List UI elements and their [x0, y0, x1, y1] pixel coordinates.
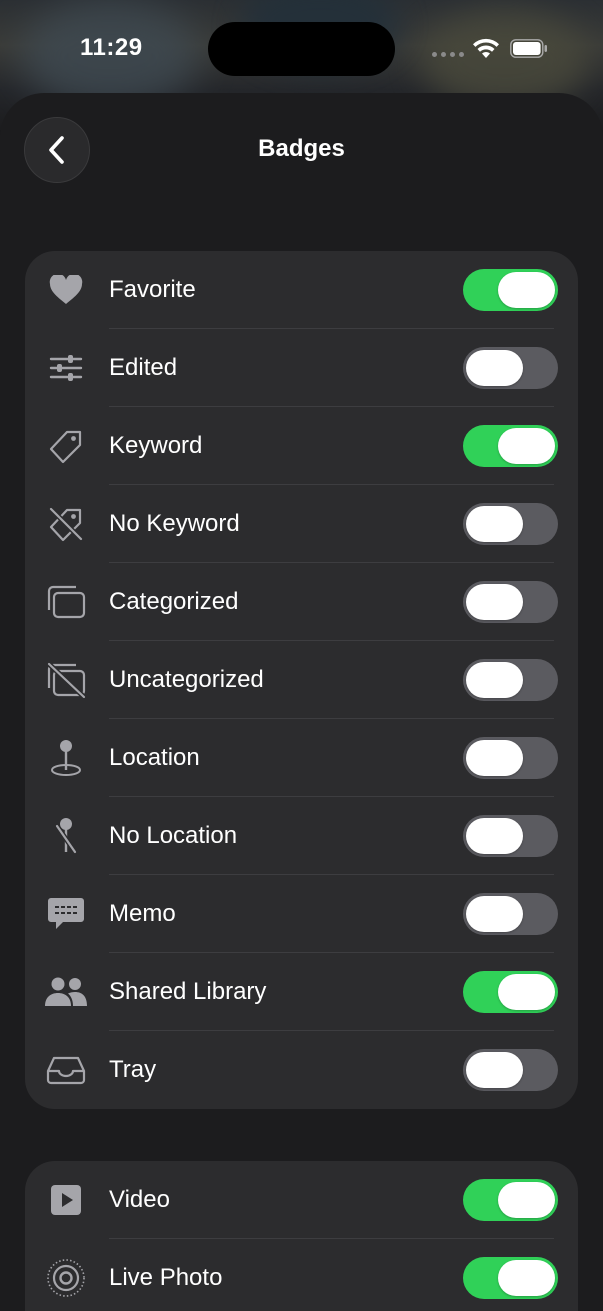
uncategorized-toggle[interactable]: [463, 659, 558, 701]
media-label: Video: [109, 1186, 170, 1213]
media-row-live-photo: Live Photo: [25, 1239, 578, 1311]
badge-label: No Location: [109, 822, 238, 849]
speech-bubble-icon: [43, 891, 89, 937]
badge-row-no-keyword: No Keyword: [25, 485, 578, 563]
tag-slash-icon: [43, 501, 89, 547]
badge-row-uncategorized: Uncategorized: [25, 641, 578, 719]
favorite-toggle[interactable]: [463, 269, 558, 311]
media-row-video: Video: [25, 1161, 578, 1239]
stacked-rect-slash-icon: [43, 657, 89, 703]
no-location-toggle[interactable]: [463, 815, 558, 857]
media-label: Live Photo: [109, 1264, 223, 1291]
battery-icon: [510, 39, 547, 58]
cellular-signal-icon: [432, 52, 464, 57]
pin-slash-icon: [43, 813, 89, 859]
tray-toggle[interactable]: [463, 1049, 558, 1091]
edited-toggle[interactable]: [463, 347, 558, 389]
wifi-icon: [472, 37, 500, 59]
status-time: 11:29: [80, 34, 143, 61]
categorized-toggle[interactable]: [463, 581, 558, 623]
badge-label: No Keyword: [109, 510, 240, 537]
badge-label: Edited: [109, 354, 178, 381]
badge-label: Keyword: [109, 432, 203, 459]
pin-icon: [43, 735, 89, 781]
badge-row-memo: Memo: [25, 875, 578, 953]
badge-label: Shared Library: [109, 978, 267, 1005]
badge-row-keyword: Keyword: [25, 407, 578, 485]
badge-label: Tray: [109, 1056, 157, 1083]
keyword-toggle[interactable]: [463, 425, 558, 467]
play-icon: [43, 1177, 89, 1223]
no-keyword-toggle[interactable]: [463, 503, 558, 545]
heart-icon: [43, 267, 89, 313]
badges-group: Favorite Edited Keyword No Keyword Categ…: [25, 251, 578, 1109]
badge-row-shared-library: Shared Library: [25, 953, 578, 1031]
people-icon: [43, 969, 89, 1015]
badge-label: Uncategorized: [109, 666, 264, 693]
dynamic-island: [208, 22, 395, 76]
badge-label: Favorite: [109, 276, 196, 303]
badge-row-location: Location: [25, 719, 578, 797]
stacked-rect-icon: [43, 579, 89, 625]
page-title: Badges: [258, 135, 345, 162]
media-group: Video Live Photo: [25, 1161, 578, 1311]
settings-sheet: Badges Favorite Edited Keyword No Keywor…: [0, 93, 603, 1311]
tag-icon: [43, 423, 89, 469]
badge-label: Memo: [109, 900, 176, 927]
location-toggle[interactable]: [463, 737, 558, 779]
live-photo-toggle[interactable]: [463, 1257, 558, 1299]
badge-row-edited: Edited: [25, 329, 578, 407]
badge-row-no-location: No Location: [25, 797, 578, 875]
tray-icon: [43, 1047, 89, 1093]
badge-row-categorized: Categorized: [25, 563, 578, 641]
shared-library-toggle[interactable]: [463, 971, 558, 1013]
badge-label: Categorized: [109, 588, 239, 615]
status-bar: 11:29: [0, 0, 603, 96]
badge-label: Location: [109, 744, 200, 771]
live-photo-icon: [43, 1255, 89, 1301]
badge-row-favorite: Favorite: [25, 251, 578, 329]
sliders-icon: [43, 345, 89, 391]
memo-toggle[interactable]: [463, 893, 558, 935]
badge-row-tray: Tray: [25, 1031, 578, 1109]
video-toggle[interactable]: [463, 1179, 558, 1221]
